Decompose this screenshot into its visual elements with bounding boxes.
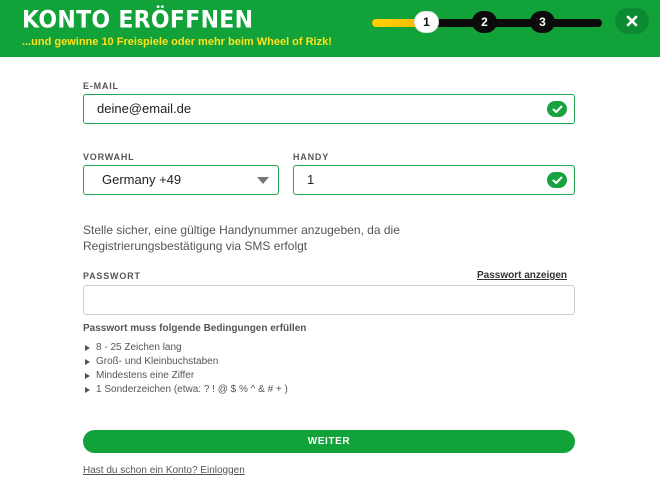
password-field[interactable] bbox=[83, 285, 575, 315]
password-rules-title: Passwort muss folgende Bedingungen erfül… bbox=[83, 323, 307, 334]
email-value: deine@email.de bbox=[97, 101, 192, 116]
triangle-right-icon bbox=[85, 373, 90, 379]
page-title: KONTO ERÖFFNEN bbox=[22, 6, 254, 34]
step-2-indicator: 2 bbox=[472, 11, 497, 33]
promo-subtitle: ...und gewinne 10 Freispiele oder mehr b… bbox=[22, 36, 332, 48]
show-password-link[interactable]: Passwort anzeigen bbox=[477, 270, 567, 281]
list-item: Mindestens eine Ziffer bbox=[83, 369, 288, 383]
continue-button[interactable]: WEITER bbox=[83, 430, 575, 453]
email-field[interactable]: deine@email.de bbox=[83, 94, 575, 124]
triangle-right-icon bbox=[85, 387, 90, 393]
sms-info-text: Stelle sicher, eine gültige Handynummer … bbox=[83, 223, 400, 253]
country-code-label: VORWAHL bbox=[83, 152, 135, 162]
list-item: 1 Sonderzeichen (etwa: ? ! @ $ % ^ & # +… bbox=[83, 383, 288, 397]
phone-value: 1 bbox=[307, 172, 315, 187]
chevron-down-icon bbox=[257, 177, 269, 184]
password-rules-list: 8 - 25 Zeichen lang Groß- und Kleinbuchs… bbox=[83, 341, 288, 397]
list-item: 8 - 25 Zeichen lang bbox=[83, 341, 288, 355]
header-bar: KONTO ERÖFFNEN ...und gewinne 10 Freispi… bbox=[0, 0, 660, 57]
check-icon bbox=[547, 101, 567, 117]
close-button[interactable] bbox=[615, 8, 649, 34]
step-1-indicator: 1 bbox=[414, 11, 439, 33]
login-link[interactable]: Hast du schon ein Konto? Einloggen bbox=[83, 465, 245, 476]
step-3-indicator: 3 bbox=[530, 11, 555, 33]
close-icon bbox=[626, 15, 638, 27]
phone-field[interactable]: 1 bbox=[293, 165, 575, 195]
password-label: PASSWORT bbox=[83, 271, 141, 281]
country-code-value: Germany +49 bbox=[102, 172, 182, 187]
phone-label: HANDY bbox=[293, 152, 330, 162]
list-item: Groß- und Kleinbuchstaben bbox=[83, 355, 288, 369]
check-icon bbox=[547, 172, 567, 188]
triangle-right-icon bbox=[85, 345, 90, 351]
country-code-select[interactable]: Germany +49 bbox=[83, 165, 279, 195]
email-label: E-MAIL bbox=[83, 81, 119, 91]
triangle-right-icon bbox=[85, 359, 90, 365]
